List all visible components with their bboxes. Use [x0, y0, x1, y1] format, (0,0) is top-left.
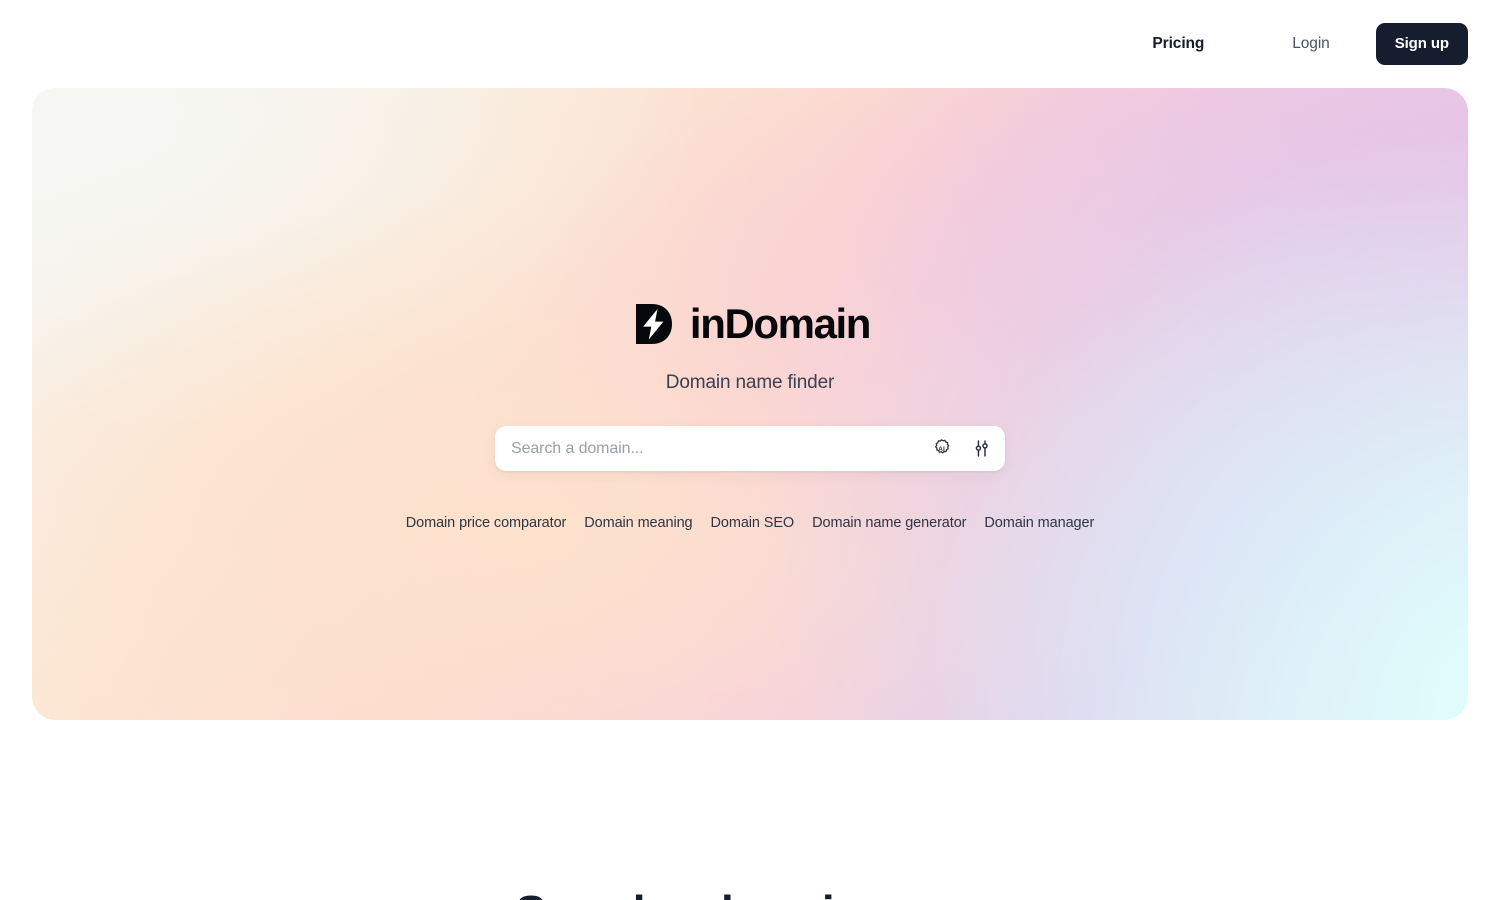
- quick-link-domain-name-generator[interactable]: Domain name generator: [812, 515, 966, 531]
- hero-gradient-card: inDomain Domain name finder AI: [32, 88, 1468, 720]
- ai-badge-icon[interactable]: AI: [929, 437, 953, 461]
- search-actions: AI: [921, 437, 993, 461]
- top-navigation-bar: Pricing Login Sign up: [0, 0, 1500, 88]
- nav-links: Pricing Login Sign up: [1136, 23, 1468, 65]
- quick-link-domain-seo[interactable]: Domain SEO: [711, 515, 795, 531]
- brand-logo[interactable]: inDomain: [630, 300, 872, 348]
- hero-content: inDomain Domain name finder AI: [32, 88, 1468, 720]
- hero-tagline: Domain name finder: [665, 372, 835, 393]
- nav-link-pricing[interactable]: Pricing: [1136, 25, 1220, 63]
- nav-link-login[interactable]: Login: [1276, 25, 1345, 63]
- sliders-icon[interactable]: [969, 437, 993, 461]
- lightning-bolt-d-logo-icon: [630, 300, 678, 348]
- quick-link-domain-manager[interactable]: Domain manager: [984, 515, 1094, 531]
- landing-page: Pricing Login Sign up inDomain Domain na…: [0, 0, 1500, 900]
- signup-button[interactable]: Sign up: [1375, 23, 1468, 65]
- quick-link-domain-price-comparator[interactable]: Domain price comparator: [406, 515, 567, 531]
- below-fold-section: Search a domain name: [0, 720, 1500, 900]
- domain-search-bar[interactable]: AI: [495, 426, 1005, 471]
- search-input[interactable]: [511, 439, 921, 458]
- brand-logo-text: inDomain: [689, 300, 872, 347]
- section-heading: Search a domain name: [515, 886, 986, 900]
- quick-links-row: Domain price comparator Domain meaning D…: [406, 515, 1095, 531]
- quick-link-domain-meaning[interactable]: Domain meaning: [584, 515, 692, 531]
- svg-text:AI: AI: [938, 446, 945, 453]
